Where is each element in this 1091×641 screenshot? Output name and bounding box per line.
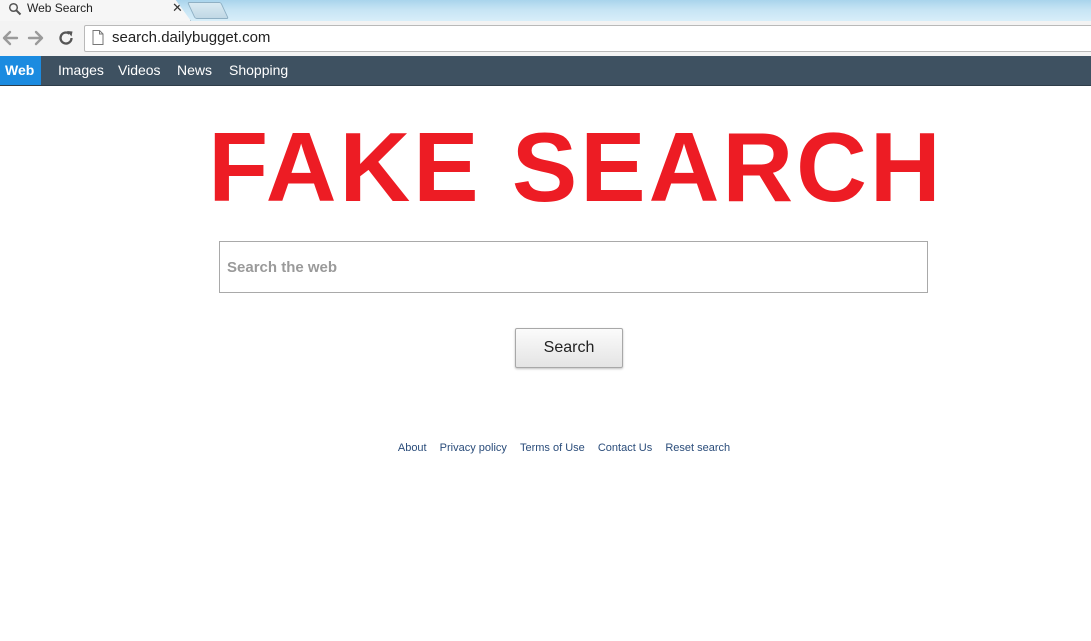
search-button[interactable]: Search <box>515 328 623 368</box>
nav-tab-videos[interactable]: Videos <box>118 56 161 85</box>
footer-link-contact[interactable]: Contact Us <box>598 442 652 454</box>
reload-icon[interactable] <box>56 28 76 48</box>
new-tab-button[interactable] <box>187 2 229 19</box>
nav-tab-web[interactable]: Web <box>0 56 42 85</box>
nav-tab-images[interactable]: Images <box>58 56 104 85</box>
nav-tab-news[interactable]: News <box>177 56 212 85</box>
nav-tab-shopping[interactable]: Shopping <box>229 56 288 85</box>
search-input[interactable] <box>219 241 928 293</box>
footer-link-reset[interactable]: Reset search <box>665 442 730 454</box>
footer-link-terms[interactable]: Terms of Use <box>520 442 585 454</box>
address-bar[interactable]: search.dailybugget.com <box>84 25 1091 52</box>
tab-title: Web Search <box>27 1 93 15</box>
page-icon <box>92 30 104 45</box>
forward-arrow-icon[interactable] <box>26 28 46 48</box>
footer-link-about[interactable]: About <box>398 442 427 454</box>
search-icon <box>8 2 22 16</box>
tab-strip: Web Search ✕ <box>0 0 1091 21</box>
back-arrow-icon[interactable] <box>0 28 20 48</box>
browser-toolbar: search.dailybugget.com <box>0 21 1091 57</box>
browser-tab[interactable]: Web Search ✕ <box>0 0 191 21</box>
site-nav-bar: Web Images Videos News Shopping <box>0 56 1091 86</box>
fake-search-headline: FAKE SEARCH <box>208 112 944 222</box>
footer-link-privacy[interactable]: Privacy policy <box>440 442 507 454</box>
close-tab-icon[interactable]: ✕ <box>172 0 183 16</box>
url-text: search.dailybugget.com <box>112 29 271 46</box>
footer-links: About Privacy policy Terms of Use Contac… <box>0 442 1091 454</box>
